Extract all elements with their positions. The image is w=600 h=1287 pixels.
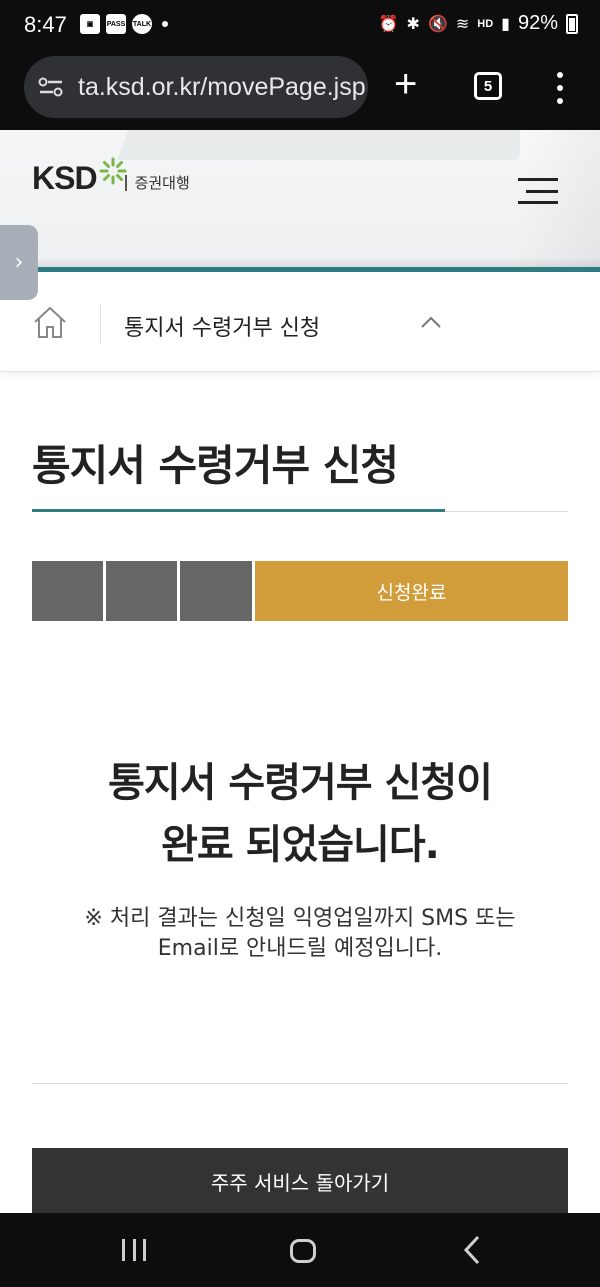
address-bar[interactable]: ta.ksd.or.kr/movePage.jsp: [24, 56, 368, 118]
status-bar: 8:47 ▣ PASS TALK ⏰ ✱ 🔇 ≋ HD ▮ 92%: [0, 0, 600, 52]
mute-icon: 🔇: [427, 15, 448, 33]
system-navigation-bar: [0, 1213, 600, 1287]
breadcrumb: 통지서 수령거부 신청: [0, 272, 600, 372]
home-button-icon[interactable]: [290, 1239, 316, 1263]
banner-decoration: [117, 130, 543, 160]
new-tab-button[interactable]: +: [394, 62, 417, 106]
url-text: ta.ksd.or.kr/movePage.jsp: [78, 72, 366, 101]
talk-icon: TALK: [132, 14, 152, 34]
title-underline: [32, 509, 445, 512]
step-3: [180, 561, 252, 621]
site-logo[interactable]: KSD 증권대행: [32, 157, 190, 197]
hd-voice-icon: HD: [477, 17, 494, 30]
banner-shade: [0, 257, 600, 267]
gallery-icon: ▣: [80, 14, 100, 34]
completion-message: 통지서 수령거부 신청이 완료 되었습니다.: [0, 752, 600, 876]
step-2: [106, 561, 177, 621]
chevron-up-icon[interactable]: [420, 312, 442, 334]
status-time: 8:47: [24, 12, 67, 37]
progress-steps: 신청완료: [32, 561, 568, 621]
page-title: 통지서 수령거부 신청: [32, 441, 399, 490]
back-icon[interactable]: [462, 1235, 482, 1265]
step-1: [32, 561, 103, 621]
wifi-icon: ≋: [455, 15, 470, 33]
signal-icon: ▮: [501, 15, 510, 33]
notice-text: ※ 처리 결과는 신청일 익영업일까지 SMS 또는 Email로 안내드릴 예…: [0, 904, 600, 964]
logo-subtitle: 증권대행: [134, 174, 190, 192]
notification-icons: ▣ PASS TALK: [80, 14, 168, 34]
completion-line-1: 통지서 수령거부 신청이: [108, 760, 493, 806]
battery-icon: [566, 13, 578, 34]
completion-line-2: 완료 되었습니다.: [161, 822, 440, 868]
breadcrumb-divider: [100, 304, 101, 344]
bluetooth-icon: ✱: [406, 15, 420, 33]
site-settings-icon[interactable]: [38, 77, 64, 97]
tab-switcher-button[interactable]: 5: [474, 72, 502, 100]
pass-icon: PASS: [106, 14, 126, 34]
browser-menu-button[interactable]: [556, 72, 564, 104]
recent-apps-icon[interactable]: [122, 1239, 146, 1261]
hamburger-menu-icon[interactable]: [518, 178, 558, 204]
system-icons: ⏰ ✱ 🔇 ≋ HD ▮ 92%: [379, 12, 578, 35]
breadcrumb-current[interactable]: 통지서 수령거부 신청: [124, 310, 320, 342]
content-divider: [32, 1083, 568, 1084]
more-notifications-dot: [162, 21, 168, 27]
notice-line-2: Email로 안내드릴 예정입니다.: [157, 936, 443, 961]
back-to-shareholder-service-button[interactable]: 주주 서비스 돌아가기: [32, 1148, 568, 1214]
logo-star-icon: [99, 157, 127, 185]
home-icon[interactable]: [32, 304, 68, 340]
alarm-icon: ⏰: [378, 15, 399, 33]
battery-percent: 92%: [517, 12, 558, 34]
browser-toolbar: ta.ksd.or.kr/movePage.jsp + 5: [0, 52, 600, 130]
notice-line-1: ※ 처리 결과는 신청일 익영업일까지 SMS 또는: [84, 906, 516, 931]
side-panel-toggle[interactable]: ›: [0, 225, 38, 300]
logo-text: KSD: [32, 160, 98, 196]
step-complete: 신청완료: [255, 561, 568, 621]
site-header: KSD 증권대행: [0, 130, 600, 272]
chevron-right-icon: ›: [14, 250, 24, 275]
